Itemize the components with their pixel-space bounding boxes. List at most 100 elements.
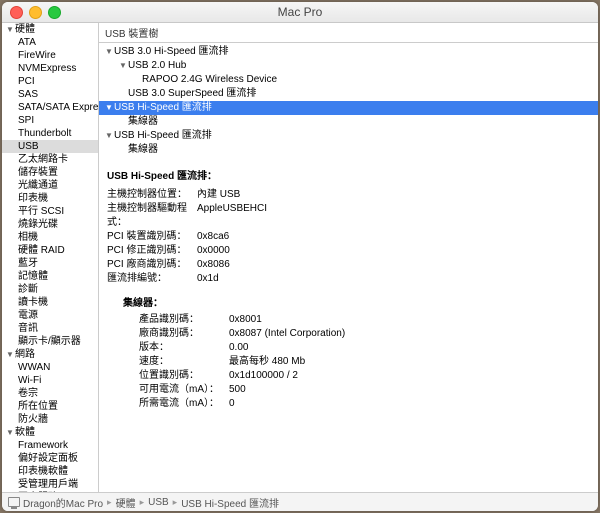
sidebar-item[interactable]: PCI (2, 75, 98, 88)
tree-row[interactable]: RAPOO 2.4G Wireless Device (99, 73, 598, 87)
tree-row[interactable]: ▼USB 2.0 Hub (99, 59, 598, 73)
sidebar-item[interactable]: 藍牙 (2, 257, 98, 270)
zoom-icon[interactable] (48, 6, 61, 19)
detail-key: 速度： (139, 355, 229, 369)
path-item[interactable]: 硬體 (116, 495, 136, 510)
titlebar[interactable]: Mac Pro (2, 2, 598, 23)
detail-row: 位置識別碼：0x1d100000 / 2 (139, 369, 590, 383)
detail-value: 最高每秒 480 Mb (229, 355, 305, 369)
sidebar-item[interactable]: SPI (2, 114, 98, 127)
disclosure-icon: ▼ (105, 101, 114, 115)
detail-key: 版本： (139, 341, 229, 355)
detail-row: 產品識別碼：0x8001 (139, 313, 590, 327)
detail-value: 0x8087 (Intel Corporation) (229, 327, 345, 341)
sidebar[interactable]: ▼硬體ATAFireWireNVMExpressPCISASSATA/SATA … (2, 23, 99, 492)
sidebar-item[interactable]: 儲存裝置 (2, 166, 98, 179)
sidebar-item[interactable]: FireWire (2, 49, 98, 62)
tree-row[interactable]: 集線器 (99, 115, 598, 129)
sidebar-item[interactable]: SAS (2, 88, 98, 101)
detail-value: 0x0000 (197, 244, 590, 258)
sidebar-item[interactable]: 平行 SCSI (2, 205, 98, 218)
sidebar-item[interactable]: 讀卡機 (2, 296, 98, 309)
sidebar-section-header[interactable]: ▼硬體 (2, 23, 98, 36)
tree-row[interactable]: USB 3.0 SuperSpeed 匯流排 (99, 87, 598, 101)
sidebar-item[interactable]: 診斷 (2, 283, 98, 296)
detail-row: 廠商識別碼：0x8087 (Intel Corporation) (139, 327, 590, 341)
sidebar-item[interactable]: 電源 (2, 309, 98, 322)
sidebar-item[interactable]: NVMExpress (2, 62, 98, 75)
sidebar-item[interactable]: 顯示卡/顯示器 (2, 335, 98, 348)
minimize-icon[interactable] (29, 6, 42, 19)
sidebar-item[interactable]: 記憶體 (2, 270, 98, 283)
sidebar-item[interactable]: 燒錄光碟 (2, 218, 98, 231)
sidebar-item-label: 印表機軟體 (18, 465, 68, 478)
sidebar-item-label: Framework (18, 439, 68, 452)
tree-row[interactable]: 集線器 (99, 143, 598, 157)
path-item[interactable]: Dragon的Mac Pro (8, 495, 103, 510)
device-tree[interactable]: ▼USB 3.0 Hi-Speed 匯流排▼USB 2.0 HubRAPOO 2… (99, 43, 598, 159)
sidebar-item-label: 儲存裝置 (18, 166, 58, 179)
sidebar-item-label: 印表機 (18, 192, 48, 205)
detail-title: USB Hi-Speed 匯流排： (107, 167, 590, 182)
sidebar-item[interactable]: ATA (2, 36, 98, 49)
tree-row[interactable]: ▼USB Hi-Speed 匯流排 (99, 101, 598, 115)
chevron-down-icon: ▼ (6, 348, 15, 361)
path-item-label: 硬體 (116, 495, 136, 510)
sidebar-section-label: 軟體 (15, 426, 35, 439)
sidebar-item-label: 讀卡機 (18, 296, 48, 309)
detail-value: 0x8086 (197, 258, 590, 272)
path-item[interactable]: USB Hi-Speed 匯流排 (181, 495, 279, 510)
detail-row: 速度：最高每秒 480 Mb (139, 355, 590, 369)
detail-row: 主機控制器位置：內建 USB (107, 188, 590, 202)
sidebar-item[interactable]: 乙太網路卡 (2, 153, 98, 166)
tree-row[interactable]: ▼USB 3.0 Hi-Speed 匯流排 (99, 45, 598, 59)
sidebar-item[interactable]: 印表機軟體 (2, 465, 98, 478)
sidebar-section-header[interactable]: ▼網路 (2, 348, 98, 361)
sidebar-item[interactable]: Framework (2, 439, 98, 452)
sidebar-item[interactable]: 硬體 RAID (2, 244, 98, 257)
detail-value: 內建 USB (197, 188, 590, 202)
tree-row-label: USB 2.0 Hub (128, 59, 186, 73)
sidebar-item[interactable]: 光纖通道 (2, 179, 98, 192)
sidebar-section-header[interactable]: ▼軟體 (2, 426, 98, 439)
sidebar-item-label: WWAN (18, 361, 50, 374)
path-item-label: USB Hi-Speed 匯流排 (181, 495, 279, 510)
detail-key: 廠商識別碼： (139, 327, 229, 341)
path-item[interactable]: USB (148, 497, 169, 508)
sidebar-item-label: 相機 (18, 231, 38, 244)
detail-key: 主機控制器驅動程式： (107, 202, 197, 230)
sidebar-item-label: 受管理用戶端 (18, 478, 78, 491)
sidebar-item[interactable]: Thunderbolt (2, 127, 98, 140)
sidebar-item[interactable]: 印表機 (2, 192, 98, 205)
detail-pane: USB Hi-Speed 匯流排： 主機控制器位置：內建 USB主機控制器驅動程式… (99, 159, 598, 492)
sidebar-item-label: FireWire (18, 49, 56, 62)
window-title: Mac Pro (2, 5, 598, 19)
sidebar-item[interactable]: 音訊 (2, 322, 98, 335)
sidebar-item[interactable]: 相機 (2, 231, 98, 244)
sidebar-item[interactable]: 偏好設定面板 (2, 452, 98, 465)
detail-row: 匯流排編號：0x1d (107, 272, 590, 286)
sidebar-item[interactable]: Wi-Fi (2, 374, 98, 387)
sidebar-item-label: 記憶體 (18, 270, 48, 283)
sidebar-item[interactable]: WWAN (2, 361, 98, 374)
detail-key: PCI 修正識別碼： (107, 244, 197, 258)
mac-icon (8, 497, 20, 507)
sidebar-item[interactable]: 所在位置 (2, 400, 98, 413)
sidebar-item-label: 診斷 (18, 283, 38, 296)
sidebar-item[interactable]: 卷宗 (2, 387, 98, 400)
sidebar-item[interactable]: SATA/SATA Express (2, 101, 98, 114)
detail-value: 0x8ca6 (197, 230, 590, 244)
detail-key: 可用電流（mA）： (139, 383, 229, 397)
sidebar-item-label: 硬體 RAID (18, 244, 65, 257)
sidebar-item[interactable]: USB (2, 140, 98, 153)
sidebar-item-label: 乙太網路卡 (18, 153, 68, 166)
path-bar[interactable]: Dragon的Mac Pro▸硬體▸USB▸USB Hi-Speed 匯流排 (2, 492, 598, 511)
sidebar-item-label: PCI (18, 75, 35, 88)
tree-row[interactable]: ▼USB Hi-Speed 匯流排 (99, 129, 598, 143)
sidebar-item[interactable]: 受管理用戶端 (2, 478, 98, 491)
tree-row-label: 集線器 (128, 143, 158, 157)
sidebar-item-label: 所在位置 (18, 400, 58, 413)
sidebar-item[interactable]: 防火牆 (2, 413, 98, 426)
close-icon[interactable] (10, 6, 23, 19)
detail-row: 可用電流（mA）：500 (139, 383, 590, 397)
